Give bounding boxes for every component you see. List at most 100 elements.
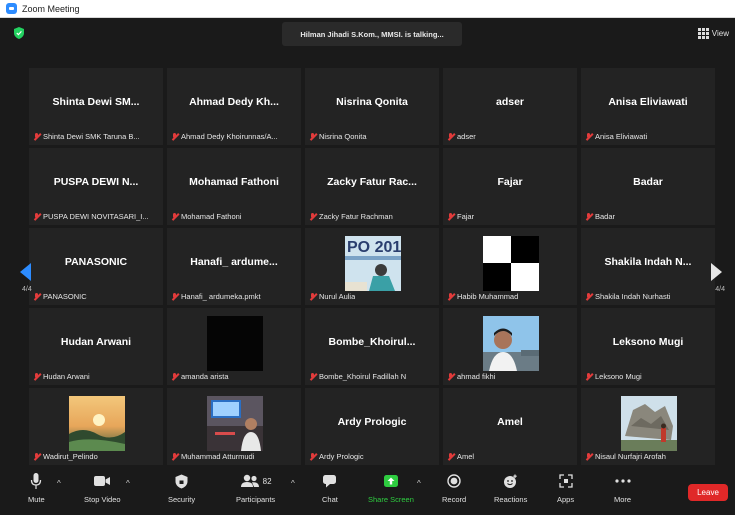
mic-muted-icon: [33, 372, 40, 381]
participant-display-name: adser: [495, 96, 525, 108]
participant-label: Zacky Fatur Rachman: [309, 212, 393, 221]
audio-options-caret[interactable]: ^: [57, 479, 61, 488]
participant-name: Ardy Prologic: [319, 452, 364, 461]
smiley-icon: [504, 474, 517, 488]
participant-tile[interactable]: Fajar Fajar: [443, 148, 577, 225]
participant-display-name: Anisa Eliviawati: [608, 96, 688, 108]
participant-label: Nisrina Qonita: [309, 132, 367, 141]
participant-tile[interactable]: Wadirut_Pelindo: [29, 388, 163, 465]
participant-display-name: Zacky Fatur Rac...: [327, 176, 417, 188]
mic-muted-icon: [309, 372, 316, 381]
page-indicator-right: 4/4: [715, 286, 725, 293]
participant-tile[interactable]: PO 201 Nurul Aulia: [305, 228, 439, 305]
reactions-label: Reactions: [494, 495, 528, 504]
participant-label: adser: [447, 132, 476, 141]
participant-label: Shakila Indah Nurhasti: [585, 292, 670, 301]
leave-button[interactable]: Leave: [688, 484, 728, 501]
participant-tile[interactable]: Hanafi_ ardume... Hanafi_ ardumeka.pmkt: [167, 228, 301, 305]
participant-display-name: Ahmad Dedy Kh...: [189, 96, 279, 108]
participant-label: Ardy Prologic: [309, 452, 364, 461]
more-button[interactable]: More: [614, 471, 631, 511]
stop-video-button[interactable]: Stop Video: [84, 471, 121, 511]
participant-label: Wadirut_Pelindo: [33, 452, 98, 461]
mic-muted-icon: [447, 452, 454, 461]
participant-tile[interactable]: amanda arista: [167, 308, 301, 385]
participant-tile[interactable]: Shinta Dewi SM... Shinta Dewi SMK Taruna…: [29, 68, 163, 145]
participant-tile[interactable]: adser adser: [443, 68, 577, 145]
participant-name: Badar: [595, 212, 616, 221]
participant-name: Nisrina Qonita: [319, 132, 367, 141]
participant-tile[interactable]: Badar Badar: [581, 148, 715, 225]
participant-name: Leksono Mugi: [595, 372, 642, 381]
participant-name: Bombe_Khoirul Fadillah N: [319, 372, 407, 381]
participant-label: Bombe_Khoirul Fadillah N: [309, 372, 406, 381]
chat-button[interactable]: Chat: [322, 471, 338, 511]
participant-tile[interactable]: Amel Amel: [443, 388, 577, 465]
participant-tile[interactable]: PUSPA DEWI N... PUSPA DEWI NOVITASARI_I.…: [29, 148, 163, 225]
participant-tile[interactable]: Habib Muhammad: [443, 228, 577, 305]
mic-muted-icon: [309, 452, 316, 461]
participant-label: PUSPA DEWI NOVITASARI_I...: [33, 212, 149, 221]
participant-display-name: Bombe_Khoirul...: [328, 336, 416, 348]
participant-name: Hanafi_ ardumeka.pmkt: [181, 292, 261, 301]
participant-name: amanda arista: [181, 372, 229, 381]
participant-tile[interactable]: Zacky Fatur Rac... Zacky Fatur Rachman: [305, 148, 439, 225]
participant-tile[interactable]: Leksono Mugi Leksono Mugi: [581, 308, 715, 385]
participant-display-name: Nisrina Qonita: [336, 96, 408, 108]
participant-label: Habib Muhammad: [447, 292, 518, 301]
mic-muted-icon: [309, 292, 316, 301]
participant-name: Shakila Indah Nurhasti: [595, 292, 671, 301]
view-button[interactable]: View: [697, 28, 729, 39]
participant-tile[interactable]: PANASONIC PANASONIC: [29, 228, 163, 305]
svg-text:PO 201: PO 201: [347, 239, 401, 256]
record-button[interactable]: Record: [442, 471, 466, 511]
mic-muted-icon: [585, 452, 592, 461]
participant-tile[interactable]: Nisaul Nurfajri Arofah: [581, 388, 715, 465]
participant-tile[interactable]: Mohamad Fathoni Mohamad Fathoni: [167, 148, 301, 225]
participant-display-name: Fajar: [497, 176, 523, 188]
active-speaker-banner: Hilman Jihadi S.Kom., MMSI. is talking..…: [282, 22, 462, 46]
participant-name: Anisa Eliviawati: [595, 132, 648, 141]
participant-name: Muhammad Atturmudi: [181, 452, 255, 461]
participant-label: Leksono Mugi: [585, 372, 642, 381]
zoom-window: Zoom Meeting Hilman Jihadi S.Kom., MMSI.…: [0, 0, 735, 515]
participant-tile[interactable]: Ahmad Dedy Kh... Ahmad Dedy Khoirunnas/A…: [167, 68, 301, 145]
mic-muted-icon: [309, 212, 316, 221]
participant-tile[interactable]: Bombe_Khoirul... Bombe_Khoirul Fadillah …: [305, 308, 439, 385]
gallery-view: Shinta Dewi SM... Shinta Dewi SMK Taruna…: [0, 48, 735, 465]
mic-muted-icon: [447, 372, 454, 381]
participant-tile[interactable]: Hudan Arwani Hudan Arwani: [29, 308, 163, 385]
participants-icon: [240, 474, 259, 487]
participant-tile[interactable]: Shakila Indah N... Shakila Indah Nurhast…: [581, 228, 715, 305]
participant-display-name: Badar: [633, 176, 663, 188]
mic-muted-icon: [585, 212, 592, 221]
participant-tile[interactable]: Ardy Prologic Ardy Prologic: [305, 388, 439, 465]
participant-label: Nisaul Nurfajri Arofah: [585, 452, 666, 461]
participant-tile[interactable]: Nisrina Qonita Nisrina Qonita: [305, 68, 439, 145]
participant-name: Ahmad Dedy Khoirunnas/A...: [181, 132, 278, 141]
apps-label: Apps: [557, 495, 575, 504]
participant-tile[interactable]: ahmad fikhi: [443, 308, 577, 385]
share-screen-button[interactable]: Share Screen: [368, 471, 414, 511]
video-options-caret[interactable]: ^: [126, 479, 130, 488]
participant-tile[interactable]: Anisa Eliviawati Anisa Eliviawati: [581, 68, 715, 145]
participants-options-caret[interactable]: ^: [291, 479, 295, 488]
grid-view-icon: [697, 28, 709, 39]
arrow-left-icon: [19, 263, 31, 281]
participant-tile[interactable]: Muhammad Atturmudi: [167, 388, 301, 465]
mic-muted-icon: [33, 292, 40, 301]
participant-label: ahmad fikhi: [447, 372, 495, 381]
apps-button[interactable]: Apps: [557, 471, 574, 511]
mic-muted-icon: [171, 212, 178, 221]
participant-name: Zacky Fatur Rachman: [319, 212, 393, 221]
mic-muted-icon: [171, 372, 178, 381]
reactions-button[interactable]: Reactions: [494, 471, 527, 511]
mute-button[interactable]: Mute: [28, 471, 45, 511]
participants-button[interactable]: 82 Participants: [236, 471, 275, 511]
chat-label: Chat: [322, 495, 338, 504]
shield-icon[interactable]: [14, 27, 24, 39]
security-button[interactable]: Security: [168, 471, 195, 511]
mic-muted-icon: [585, 132, 592, 141]
participant-label: Anisa Eliviawati: [585, 132, 647, 141]
share-options-caret[interactable]: ^: [417, 479, 421, 488]
